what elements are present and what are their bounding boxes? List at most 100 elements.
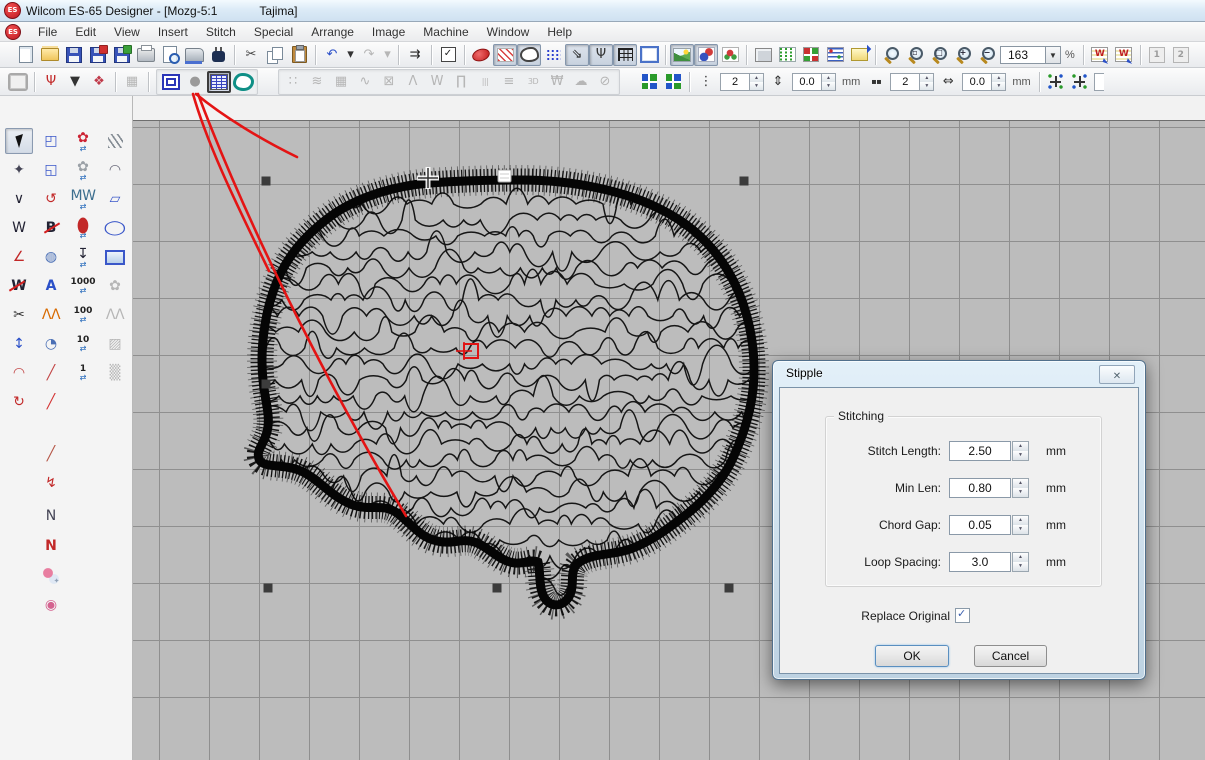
border-shape-icon[interactable] — [231, 71, 255, 93]
column-count-spin-up[interactable]: ▲ — [920, 74, 933, 82]
stagger-offset-spin[interactable]: 0.0▲▼ — [792, 73, 836, 91]
dim-artwork-icon[interactable] — [694, 44, 718, 66]
cut-stitches-tool[interactable]: ✂ — [5, 302, 33, 328]
undo-dropdown-icon[interactable]: ▾ — [344, 44, 357, 66]
mirror-quad-alt-icon[interactable] — [661, 71, 685, 93]
paste-icon[interactable] — [287, 44, 311, 66]
mirror-pair-tool[interactable]: ΛΛ — [37, 302, 65, 328]
loop-spacing-spin-down[interactable]: ▼ — [1013, 562, 1028, 571]
zigzag-run-tool[interactable]: W — [5, 215, 33, 241]
title-bar[interactable]: ES Wilcom ES-65 Designer - [Mozg-5:1 Taj… — [0, 0, 1205, 22]
n-red-tool[interactable]: N — [37, 533, 65, 559]
print-preview-icon[interactable] — [158, 44, 182, 66]
overview-window-icon[interactable] — [751, 44, 775, 66]
menu-arrange[interactable]: Arrange — [302, 23, 363, 41]
new-document-icon[interactable] — [14, 44, 38, 66]
copy-icon[interactable] — [263, 44, 287, 66]
circle-fill-icon[interactable]: ● — [183, 71, 207, 93]
open-icon[interactable] — [38, 44, 62, 66]
show-grid-icon[interactable] — [613, 44, 637, 66]
outline-offset-icon[interactable] — [159, 71, 183, 93]
column-spacing-spin[interactable]: 0.0▲▼ — [962, 73, 1006, 91]
send-to-machine-icon[interactable] — [182, 44, 206, 66]
zoom-10-tool[interactable]: 10⇄ — [69, 331, 97, 357]
touch-up-picture-icon[interactable] — [718, 44, 742, 66]
menu-stitch[interactable]: Stitch — [197, 23, 245, 41]
chain-line-tool[interactable]: ╱ — [37, 389, 65, 415]
print-icon[interactable] — [134, 44, 158, 66]
stipple-fill-icon[interactable] — [207, 71, 231, 93]
cancel-button[interactable]: Cancel — [974, 645, 1047, 667]
stagger-offset-spin-down[interactable]: ▼ — [822, 82, 835, 90]
auto-apply-icon[interactable] — [436, 44, 460, 66]
edge-clipped-spin[interactable]: 4▲▼ — [1094, 73, 1104, 91]
column-spacing-spin-value[interactable]: 0.0 — [962, 73, 992, 91]
save-icon[interactable] — [62, 44, 86, 66]
show-hoop-icon[interactable] — [637, 44, 661, 66]
save-to-machine-icon[interactable] — [86, 44, 110, 66]
node-segment-tool[interactable]: ╱ — [37, 441, 65, 467]
menu-machine[interactable]: Machine — [414, 23, 477, 41]
arc-tool[interactable]: ◠ — [101, 157, 129, 183]
travel-tool-icon[interactable]: ⇉ — [403, 44, 427, 66]
cut-icon[interactable]: ✂ — [239, 44, 263, 66]
design-properties-icon[interactable] — [847, 44, 871, 66]
columns-icon[interactable]: ▪▪ — [864, 71, 888, 93]
zoom-out-icon[interactable]: − — [976, 44, 1000, 66]
reshape-tool[interactable]: ◰ — [37, 128, 65, 154]
menu-window[interactable]: Window — [478, 23, 539, 41]
show-connectors-icon[interactable]: ⇘ — [565, 44, 589, 66]
column-count-spin-down[interactable]: ▼ — [920, 82, 933, 90]
node-line-tool[interactable]: ╱ — [37, 360, 65, 386]
column-count-spin[interactable]: 2▲▼ — [890, 73, 934, 91]
replace-original-checkbox[interactable] — [955, 608, 970, 623]
zoom-in-icon[interactable]: + — [952, 44, 976, 66]
show-shapes-icon[interactable] — [517, 44, 541, 66]
dialog-titlebar[interactable]: Stipple ✕ — [773, 361, 1145, 387]
stagger-offset-spin-value[interactable]: 0.0 — [792, 73, 822, 91]
stitch-length-input[interactable]: 2.50 — [949, 441, 1011, 461]
zoom-100-tool[interactable]: 100⇄ — [69, 302, 97, 328]
undo-icon[interactable]: ↶ — [320, 44, 344, 66]
menu-help[interactable]: Help — [538, 23, 581, 41]
document-system-menu-icon[interactable]: ES — [5, 24, 21, 40]
flower-copies-tool[interactable]: ✿⇄ — [69, 128, 97, 154]
dialog-close-button[interactable]: ✕ — [1099, 365, 1135, 384]
start-end-icon[interactable]: Ψ — [39, 71, 63, 93]
satin-column-tool[interactable]: ●⇄ — [69, 215, 97, 241]
zoom-1000-tool[interactable]: 1000⇄ — [69, 273, 97, 299]
select-tool[interactable] — [5, 128, 33, 154]
zigzag-red-tool[interactable]: ↯ — [37, 470, 65, 496]
stitch-list-icon[interactable] — [775, 44, 799, 66]
ok-button[interactable]: OK — [875, 645, 949, 667]
menu-view[interactable]: View — [105, 23, 149, 41]
wreath-count-spin-value[interactable]: 2 — [720, 73, 750, 91]
output-to-stitch-manager-icon[interactable]: W — [1088, 44, 1112, 66]
connect-machine-icon[interactable] — [206, 44, 230, 66]
reshape-fill-tool[interactable]: ◱ — [37, 157, 65, 183]
stagger-offset-spin-up[interactable]: ▲ — [822, 74, 835, 82]
fan-fill-tool[interactable]: ◠ — [5, 360, 33, 386]
show-outlines-icon[interactable] — [493, 44, 517, 66]
menu-image[interactable]: Image — [363, 23, 414, 41]
column-spacing-spin-down[interactable]: ▼ — [992, 82, 1005, 90]
stitch-length-spin-up[interactable]: ▲ — [1013, 442, 1028, 451]
complex-shape-tool[interactable]: ▱ — [101, 186, 129, 212]
chord-gap-spin-down[interactable]: ▼ — [1013, 525, 1028, 534]
rectangle-tool[interactable] — [101, 244, 129, 270]
menu-insert[interactable]: Insert — [149, 23, 197, 41]
add-node-icon[interactable]: ❖ — [87, 71, 111, 93]
remove-stitches-tool[interactable]: W — [5, 273, 33, 299]
ellipse-rotate-tool[interactable]: ↻ — [5, 389, 33, 415]
parallel-lines-tool[interactable] — [101, 128, 129, 154]
zoom-1-tool[interactable]: 1⇄ — [69, 360, 97, 386]
menu-file[interactable]: File — [29, 23, 66, 41]
min-len-spin-down[interactable]: ▼ — [1013, 488, 1028, 497]
stop-needle-icon[interactable]: ▼ — [63, 71, 87, 93]
remove-boundary-tool[interactable]: B — [37, 215, 65, 241]
column-spacing-spin-up[interactable]: ▲ — [992, 74, 1005, 82]
rotate-copy-tool[interactable]: ↺ — [37, 186, 65, 212]
loop-spacing-spin-up[interactable]: ▲ — [1013, 553, 1028, 562]
polygon-select-tool[interactable]: ✦ — [5, 157, 33, 183]
lettering-tool[interactable]: A — [37, 273, 65, 299]
